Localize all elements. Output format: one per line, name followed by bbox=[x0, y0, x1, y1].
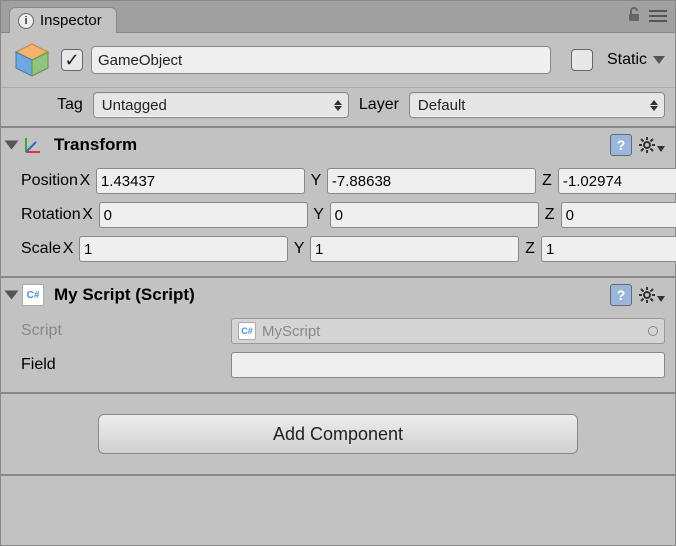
position-label: Position bbox=[21, 172, 78, 190]
object-picker-icon[interactable] bbox=[648, 326, 658, 336]
component-settings[interactable] bbox=[638, 286, 665, 304]
position-x-input[interactable] bbox=[96, 168, 305, 194]
transform-title: Transform bbox=[54, 135, 137, 155]
chevron-down-icon bbox=[657, 146, 665, 152]
static-toggle-area: Static bbox=[563, 49, 665, 71]
transform-component: Transform ? bbox=[1, 128, 675, 278]
scale-x-input[interactable] bbox=[79, 236, 288, 262]
tag-value: Untagged bbox=[102, 97, 167, 114]
updown-icon bbox=[334, 100, 342, 111]
enabled-checkbox[interactable]: ✓ bbox=[61, 49, 83, 71]
updown-icon bbox=[650, 100, 658, 111]
lock-icon[interactable] bbox=[625, 6, 643, 24]
scale-y-input[interactable] bbox=[310, 236, 519, 262]
csharp-script-icon: C# bbox=[22, 284, 44, 306]
static-dropdown-icon[interactable] bbox=[653, 56, 665, 64]
rotation-x-input[interactable] bbox=[99, 202, 308, 228]
rotation-row: Rotation X Y Z bbox=[21, 198, 665, 232]
axis-z: Z bbox=[523, 240, 537, 258]
field-input[interactable] bbox=[231, 352, 665, 378]
transform-icon bbox=[22, 134, 44, 156]
rotation-y-input[interactable] bbox=[330, 202, 539, 228]
scale-row: Scale X Y Z bbox=[21, 232, 665, 266]
tag-layer-row: Tag Untagged Layer Default bbox=[1, 88, 675, 128]
add-component-label: Add Component bbox=[273, 424, 403, 445]
script-object-field[interactable]: C# MyScript bbox=[231, 318, 665, 344]
position-row: Position X Y Z bbox=[21, 164, 665, 198]
script-row: Script C# MyScript bbox=[21, 314, 665, 348]
tab-context-controls bbox=[625, 6, 667, 24]
gameobject-icon[interactable] bbox=[11, 39, 53, 81]
gameobject-name-input[interactable] bbox=[91, 46, 551, 74]
myscript-header[interactable]: C# My Script (Script) ? bbox=[1, 278, 675, 312]
field-row: Field bbox=[21, 348, 665, 382]
gameobject-header: ✓ Static bbox=[1, 33, 675, 88]
axis-y: Y bbox=[309, 172, 323, 190]
axis-z: Z bbox=[543, 206, 557, 224]
tag-popup[interactable]: Untagged bbox=[93, 92, 349, 118]
add-component-area: Add Component bbox=[1, 394, 675, 476]
help-icon[interactable]: ? bbox=[610, 284, 632, 306]
layer-label: Layer bbox=[359, 96, 399, 114]
axis-x: X bbox=[78, 172, 92, 190]
inspector-window: i Inspector ✓ bbox=[0, 0, 676, 546]
scale-label: Scale bbox=[21, 240, 61, 258]
axis-x: X bbox=[61, 240, 75, 258]
field-label: Field bbox=[21, 356, 231, 374]
transform-body: Position X Y Z Rotation X Y Z bbox=[1, 162, 675, 276]
axis-y: Y bbox=[312, 206, 326, 224]
info-icon: i bbox=[18, 13, 34, 29]
foldout-icon bbox=[5, 291, 19, 300]
foldout-icon bbox=[5, 141, 19, 150]
tab-title: Inspector bbox=[40, 12, 102, 29]
component-settings[interactable] bbox=[638, 136, 665, 154]
chevron-down-icon bbox=[657, 296, 665, 302]
rotation-label: Rotation bbox=[21, 206, 81, 224]
layer-value: Default bbox=[418, 97, 466, 114]
script-label: Script bbox=[21, 322, 231, 340]
context-menu-icon[interactable] bbox=[649, 8, 667, 22]
axis-x: X bbox=[81, 206, 95, 224]
script-value: MyScript bbox=[262, 323, 320, 340]
rotation-z-input[interactable] bbox=[561, 202, 676, 228]
myscript-body: Script C# MyScript Field bbox=[1, 312, 675, 392]
inspector-tab[interactable]: i Inspector bbox=[9, 7, 117, 33]
transform-header[interactable]: Transform ? bbox=[1, 128, 675, 162]
myscript-title: My Script (Script) bbox=[54, 285, 195, 305]
static-checkbox[interactable] bbox=[571, 49, 593, 71]
help-icon[interactable]: ? bbox=[610, 134, 632, 156]
add-component-button[interactable]: Add Component bbox=[98, 414, 578, 454]
myscript-component: C# My Script (Script) ? bbox=[1, 278, 675, 394]
scale-z-input[interactable] bbox=[541, 236, 676, 262]
static-label: Static bbox=[607, 51, 647, 69]
tag-label: Tag bbox=[57, 96, 83, 114]
axis-z: Z bbox=[540, 172, 554, 190]
layer-popup[interactable]: Default bbox=[409, 92, 665, 118]
position-y-input[interactable] bbox=[327, 168, 536, 194]
tab-bar: i Inspector bbox=[1, 1, 675, 33]
position-z-input[interactable] bbox=[558, 168, 676, 194]
axis-y: Y bbox=[292, 240, 306, 258]
csharp-file-icon: C# bbox=[238, 322, 256, 340]
